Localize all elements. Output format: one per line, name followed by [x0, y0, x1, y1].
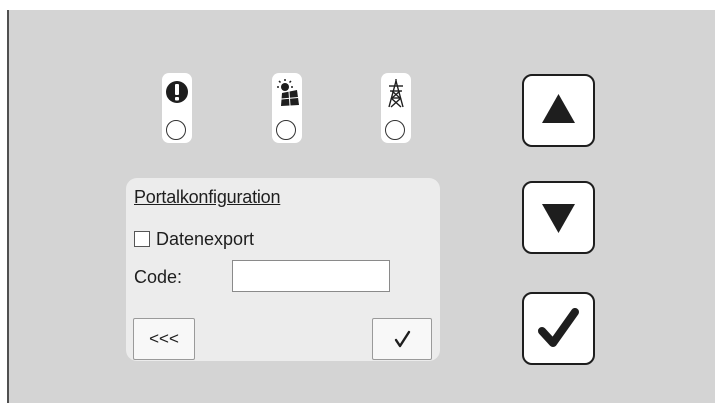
grid-indicator [381, 73, 411, 143]
portal-config-dialog: Portalkonfiguration Datenexport Code: <<… [126, 178, 440, 361]
sun-panel-icon [277, 79, 299, 106]
data-export-checkbox[interactable] [134, 231, 150, 247]
data-export-label: Datenexport [156, 229, 255, 249]
triangle-down-icon [542, 204, 575, 233]
power-pylon-icon [388, 79, 404, 108]
checkmark-icon [394, 330, 411, 348]
up-button[interactable] [522, 74, 595, 147]
grid-led [385, 120, 405, 140]
solar-led [276, 120, 296, 140]
device-panel: Portalkonfiguration Datenexport Code: <<… [7, 10, 715, 403]
solar-indicator [272, 73, 302, 143]
back-button[interactable]: <<< [133, 318, 195, 360]
triangle-up-icon [542, 94, 575, 123]
confirm-button[interactable] [372, 318, 432, 360]
code-input[interactable] [232, 260, 390, 292]
warning-led [166, 120, 186, 140]
enter-button[interactable] [522, 292, 595, 365]
config-title: Portalkonfiguration [134, 187, 281, 207]
down-button[interactable] [522, 181, 595, 254]
exclamation-icon [166, 81, 188, 103]
checkmark-icon [538, 308, 579, 347]
warning-indicator [162, 73, 192, 143]
code-label: Code: [134, 267, 183, 287]
